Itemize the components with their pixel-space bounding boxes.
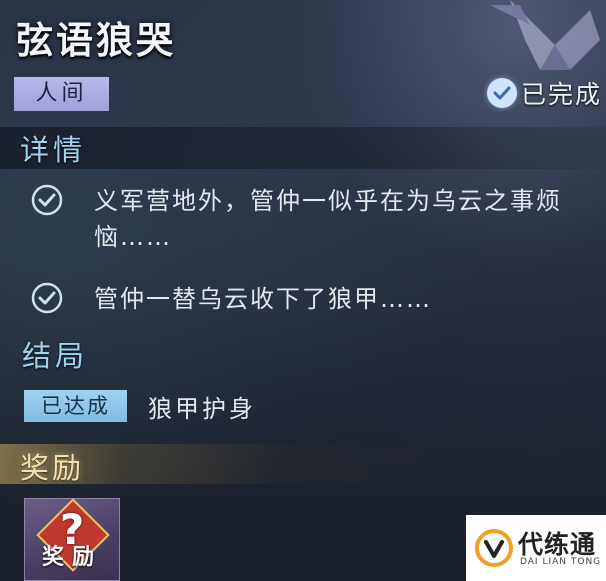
achieved-tag: 已达成 <box>24 390 127 422</box>
details-section-bar <box>0 127 606 169</box>
reward-item-slot[interactable]: ? 奖励 <box>24 498 120 581</box>
reward-item-label: 奖励 <box>41 545 102 570</box>
reward-heading: 奖励 <box>20 451 85 485</box>
check-circle-icon <box>31 282 63 314</box>
check-circle-icon <box>486 78 517 108</box>
quest-panel: 弦语狼哭 人间 已完成 详情 义军营地外，管仲一似乎在为乌云之事烦恼…… 管仲一… <box>0 0 606 581</box>
butterfly-emblem-icon <box>490 0 600 70</box>
check-circle-icon <box>31 184 63 216</box>
ending-heading: 结局 <box>22 339 89 373</box>
detail-item: 管仲一替乌云收下了狼甲…… <box>30 281 574 317</box>
detail-text: 管仲一替乌云收下了狼甲…… <box>94 285 432 313</box>
watermark-sub: DAI LIAN TONG <box>520 557 602 567</box>
realm-tag: 人间 <box>14 77 109 111</box>
details-heading: 详情 <box>20 133 87 167</box>
status-text: 已完成 <box>520 80 602 109</box>
watermark-name: 代练通 <box>518 530 597 559</box>
watermark-logo-icon <box>475 529 513 567</box>
reward-section-bar <box>0 444 606 484</box>
completion-status: 已完成 <box>486 74 602 112</box>
ending-name: 狼甲护身 <box>148 395 256 423</box>
watermark: 代练通 DAI LIAN TONG <box>466 515 606 581</box>
detail-text: 义军营地外，管仲一似乎在为乌云之事烦恼…… <box>94 187 562 251</box>
detail-item: 义军营地外，管仲一似乎在为乌云之事烦恼…… <box>30 183 574 255</box>
quest-title: 弦语狼哭 <box>16 19 176 62</box>
